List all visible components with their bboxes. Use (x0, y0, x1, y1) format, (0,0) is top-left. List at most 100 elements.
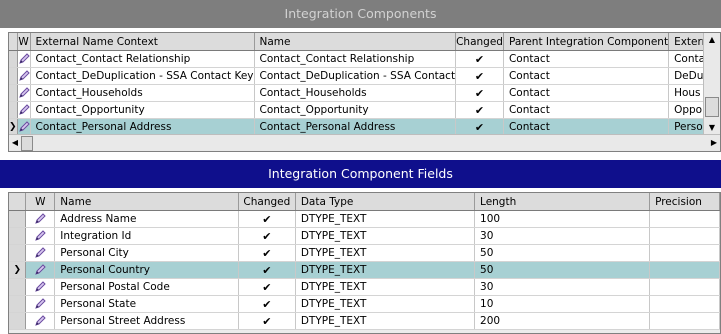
external-cell[interactable]: Hous (668, 84, 703, 102)
changed-checkmark-icon[interactable]: ✔ (455, 101, 504, 119)
row-selector[interactable] (9, 278, 27, 296)
column-header-name[interactable]: Name (254, 33, 457, 51)
pencil-icon[interactable] (34, 281, 47, 293)
field-name-cell[interactable]: Integration Id (54, 227, 239, 245)
edit-cell[interactable] (25, 261, 56, 279)
vertical-scrollbar[interactable]: ▲ ▼ (703, 33, 720, 135)
pencil-icon[interactable] (34, 247, 47, 259)
column-header-w[interactable]: W (17, 33, 31, 51)
data-type-cell[interactable]: DTYPE_TEXT (295, 227, 476, 245)
external-name-context-cell[interactable]: Contact_DeDuplication - SSA Contact Key (30, 67, 255, 85)
external-cell[interactable]: DeDu (668, 67, 703, 85)
row-selector[interactable] (9, 210, 27, 228)
column-header-data-type[interactable]: Data Type (295, 193, 476, 211)
changed-checkmark-icon[interactable]: ✔ (238, 278, 296, 296)
row-selector[interactable] (9, 227, 27, 245)
column-header-parent-integration-component[interactable]: Parent Integration Component (503, 33, 670, 51)
column-header-external[interactable]: Extern (668, 33, 703, 51)
parent-integration-component-cell[interactable]: Contact (503, 118, 670, 134)
length-cell[interactable]: 200 (474, 312, 651, 330)
scroll-thumb-horizontal[interactable] (21, 136, 33, 151)
external-cell[interactable]: Conta (668, 50, 703, 68)
parent-integration-component-cell[interactable]: Contact (503, 50, 670, 68)
precision-cell[interactable] (649, 278, 720, 296)
table-row[interactable]: Contact_Contact Relationship Contact_Cont… (9, 50, 703, 68)
pencil-icon[interactable] (34, 213, 47, 225)
name-cell[interactable]: Contact_DeDuplication - SSA Contact (254, 67, 457, 85)
scroll-right-arrow-icon[interactable]: ▶ (708, 135, 720, 150)
external-name-context-cell[interactable]: Contact_Households (30, 84, 255, 102)
edit-cell[interactable] (25, 312, 56, 330)
name-cell[interactable]: Contact_Households (254, 84, 457, 102)
precision-cell[interactable] (649, 295, 720, 313)
name-cell[interactable]: Contact_Personal Address (254, 118, 457, 134)
pencil-icon[interactable] (34, 298, 47, 310)
column-header-changed[interactable]: Changed (455, 33, 504, 51)
edit-cell[interactable] (17, 50, 31, 68)
data-type-cell[interactable]: DTYPE_TEXT (295, 278, 476, 296)
field-name-cell[interactable]: Personal Street Address (54, 312, 239, 330)
row-selector[interactable] (9, 84, 18, 102)
row-selector[interactable] (9, 244, 27, 262)
changed-checkmark-icon[interactable]: ✔ (238, 295, 296, 313)
field-name-cell[interactable]: Personal State (54, 295, 239, 313)
row-selector[interactable] (9, 312, 27, 330)
scroll-left-arrow-icon[interactable]: ◀ (9, 135, 21, 150)
parent-integration-component-cell[interactable]: Contact (503, 67, 670, 85)
changed-checkmark-icon[interactable]: ✔ (238, 210, 296, 228)
row-selector[interactable] (9, 50, 18, 68)
external-name-context-cell[interactable]: Contact_Personal Address (30, 118, 255, 134)
row-selector[interactable]: ❯ (9, 118, 18, 134)
edit-cell[interactable] (17, 101, 31, 119)
edit-cell[interactable] (25, 227, 56, 245)
changed-checkmark-icon[interactable]: ✔ (238, 312, 296, 330)
row-selector[interactable]: ❯ (9, 261, 27, 279)
length-cell[interactable]: 30 (474, 227, 651, 245)
table-row[interactable]: Personal Street Address ✔ DTYPE_TEXT 200 (9, 312, 720, 330)
data-type-cell[interactable]: DTYPE_TEXT (295, 244, 476, 262)
pencil-icon[interactable] (34, 315, 47, 327)
pencil-icon[interactable] (34, 230, 47, 242)
column-header-precision[interactable]: Precision (649, 193, 720, 211)
edit-cell[interactable] (25, 278, 56, 296)
scroll-up-arrow-icon[interactable]: ▲ (704, 33, 720, 47)
table-row[interactable]: ❯ Personal Country ✔ DTYPE_TEXT 50 (9, 261, 720, 279)
changed-checkmark-icon[interactable]: ✔ (238, 244, 296, 262)
pencil-icon[interactable] (18, 70, 30, 82)
table-row[interactable]: Integration Id ✔ DTYPE_TEXT 30 (9, 227, 720, 245)
changed-checkmark-icon[interactable]: ✔ (455, 118, 504, 134)
length-cell[interactable]: 50 (474, 261, 651, 279)
pencil-icon[interactable] (18, 87, 30, 99)
precision-cell[interactable] (649, 210, 720, 228)
pencil-icon[interactable] (34, 264, 47, 276)
column-header-external-name-context[interactable]: External Name Context (30, 33, 255, 51)
table-row[interactable]: Personal Postal Code ✔ DTYPE_TEXT 30 (9, 278, 720, 296)
edit-cell[interactable] (17, 84, 31, 102)
field-name-cell[interactable]: Personal City (54, 244, 239, 262)
precision-cell[interactable] (649, 244, 720, 262)
field-name-cell[interactable]: Personal Postal Code (54, 278, 239, 296)
data-type-cell[interactable]: DTYPE_TEXT (295, 312, 476, 330)
column-header-w[interactable]: W (25, 193, 56, 211)
changed-checkmark-icon[interactable]: ✔ (238, 227, 296, 245)
length-cell[interactable]: 100 (474, 210, 651, 228)
parent-integration-component-cell[interactable]: Contact (503, 84, 670, 102)
changed-checkmark-icon[interactable]: ✔ (455, 67, 504, 85)
data-type-cell[interactable]: DTYPE_TEXT (295, 261, 476, 279)
row-selector[interactable] (9, 295, 27, 313)
horizontal-scrollbar[interactable]: ◀ ▶ (9, 134, 720, 151)
table-row[interactable]: Personal City ✔ DTYPE_TEXT 50 (9, 244, 720, 262)
column-header-length[interactable]: Length (474, 193, 651, 211)
table-row[interactable]: Contact_DeDuplication - SSA Contact Key C… (9, 67, 703, 85)
data-type-cell[interactable]: DTYPE_TEXT (295, 210, 476, 228)
length-cell[interactable]: 10 (474, 295, 651, 313)
scroll-thumb[interactable] (705, 97, 719, 117)
parent-integration-component-cell[interactable]: Contact (503, 101, 670, 119)
edit-cell[interactable] (25, 244, 56, 262)
external-name-context-cell[interactable]: Contact_Opportunity (30, 101, 255, 119)
scroll-down-arrow-icon[interactable]: ▼ (704, 121, 720, 135)
external-cell[interactable]: Oppo (668, 101, 703, 119)
table-row[interactable]: Contact_Households Contact_Households ✔ Con… (9, 84, 703, 102)
edit-cell[interactable] (25, 295, 56, 313)
precision-cell[interactable] (649, 312, 720, 330)
